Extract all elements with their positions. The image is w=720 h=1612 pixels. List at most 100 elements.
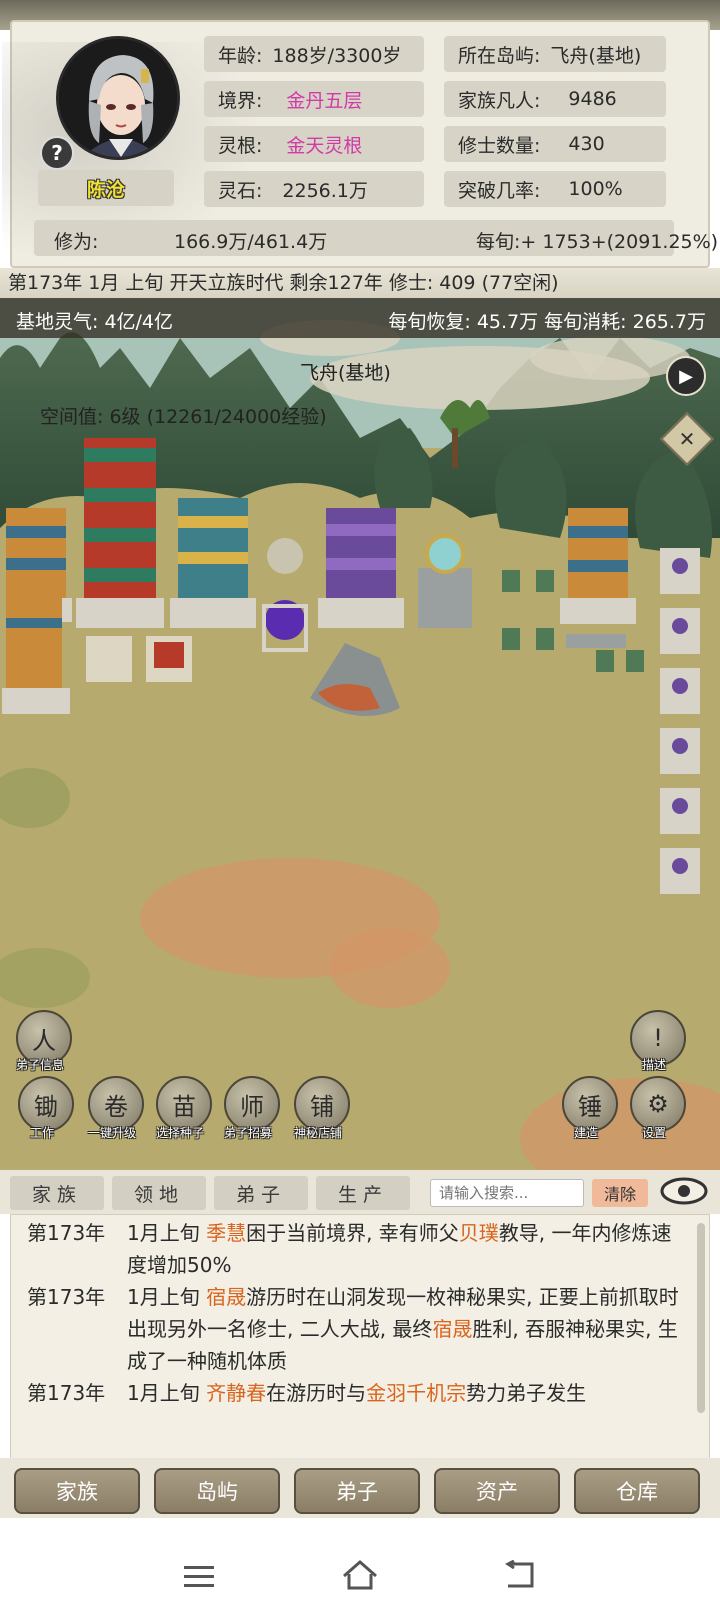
log-entry-text: 1月上旬 宿晟游历时在山洞发现一枚神秘果实, 正要上前抓取时出现另外一名修士, … — [127, 1281, 679, 1377]
age-label: 年龄: — [218, 44, 263, 67]
nav-disciples-button[interactable]: 弟子 — [294, 1468, 420, 1514]
map-title: 飞舟(基地) — [300, 362, 391, 384]
close-icon-glyph: ✕ — [678, 427, 696, 451]
cultivators-value: 430 — [568, 133, 605, 155]
tab-family[interactable]: 家族 — [10, 1176, 104, 1210]
work-label: 工作 — [30, 1126, 55, 1140]
cultivators-label: 修士数量: — [458, 134, 541, 157]
island-value: 飞舟(基地) — [550, 44, 642, 67]
mystery-shop-icon: 铺 — [310, 1092, 334, 1121]
age-stat: 年龄: 188岁/3300岁 — [204, 36, 424, 72]
home-icon[interactable] — [340, 1558, 380, 1592]
map-info-bar: 基地灵气: 4亿/4亿 每旬恢复: 45.7万 每旬消耗: 265.7万 — [0, 298, 720, 338]
bottom-nav: 家族 岛屿 弟子 资产 仓库 — [0, 1458, 720, 1518]
mortals-label: 家族凡人: — [458, 89, 541, 112]
nav-warehouse-button[interactable]: 仓库 — [574, 1468, 700, 1514]
realm-value: 金丹五层 — [286, 89, 363, 112]
menu-icon[interactable] — [182, 1564, 216, 1590]
highlighted-name[interactable]: 齐静春 — [206, 1381, 266, 1405]
describe-label: 描述 — [642, 1058, 667, 1072]
settings-label: 设置 — [642, 1126, 667, 1140]
tab-production[interactable]: 生产 — [316, 1176, 410, 1210]
log-text-fragment: 1月上旬 — [127, 1221, 207, 1245]
work-icon: 锄 — [34, 1092, 58, 1121]
status-line: 第173年 1月 上旬 开天立族时代 剩余127年 修士: 409 (77空闲) — [0, 268, 720, 298]
base-map[interactable]: 基地灵气: 4亿/4亿 每旬恢复: 45.7万 每旬消耗: 265.7万 飞舟(… — [0, 298, 720, 1170]
breakthrough-label: 突破几率: — [458, 179, 541, 202]
cultivation-value: 166.9万/461.4万 — [174, 231, 328, 253]
log-entry-year: 第173年 — [27, 1381, 106, 1405]
log-text-fragment: 1月上旬 — [127, 1285, 207, 1309]
hammer-icon: 锤 — [578, 1092, 602, 1121]
tab-territory[interactable]: 领地 — [112, 1176, 206, 1210]
spirit-stone-stat: 灵石: 2256.1万 — [204, 171, 424, 207]
system-nav-bar — [0, 1518, 720, 1612]
log-entry-text: 1月上旬 齐静春在游历时与金羽千机宗势力弟子发生 — [127, 1377, 679, 1409]
nav-assets-button[interactable]: 资产 — [434, 1468, 560, 1514]
describe-icon: ! — [653, 1024, 663, 1052]
age-value: 188岁/3300岁 — [272, 44, 402, 67]
disciple-info-icon: 人 — [32, 1026, 56, 1055]
nav-island-button[interactable]: 岛屿 — [154, 1468, 280, 1514]
back-icon[interactable] — [502, 1560, 538, 1590]
search-input[interactable] — [430, 1179, 584, 1207]
gear-icon: ⚙ — [647, 1090, 669, 1118]
play-icon[interactable]: ▶ — [666, 356, 706, 396]
choose-seed-label: 选择种子 — [156, 1126, 205, 1140]
highlighted-name[interactable]: 贝璞 — [459, 1221, 499, 1245]
log-text-fragment: 1月上旬 — [127, 1381, 207, 1405]
highlighted-name[interactable]: 宿晟 — [432, 1317, 472, 1341]
mortals-stat: 家族凡人: 9486 — [444, 81, 666, 117]
per-period-value: + 1753+(2091.25%) — [520, 231, 719, 253]
log-scrollbar[interactable] — [697, 1223, 705, 1413]
highlighted-name[interactable]: 季慧 — [206, 1221, 246, 1245]
recovery-label: 每旬恢复: 45.7万 每旬消耗: 265.7万 — [388, 311, 706, 333]
recruit-disciple-icon: 师 — [240, 1092, 264, 1121]
spirit-stone-value: 2256.1万 — [282, 179, 368, 202]
help-icon[interactable]: ? — [40, 136, 74, 170]
tab-disciples[interactable]: 弟子 — [214, 1176, 308, 1210]
character-panel: ? 陈沧 年龄: 188岁/3300岁 境界: 金丹五层 灵根: 金天灵根 灵石… — [2, 20, 718, 268]
character-name: 陈沧 — [86, 178, 125, 201]
recruit-disciple-label: 弟子招募 — [224, 1126, 273, 1140]
spirit-root-stat: 灵根: 金天灵根 — [204, 126, 424, 162]
breakthrough-stat: 突破几率: 100% — [444, 171, 666, 207]
mortals-value: 9486 — [568, 88, 617, 110]
log-text-fragment: 势力弟子发生 — [466, 1381, 587, 1405]
per-period-label: 每旬: — [476, 231, 521, 253]
spirit-root-label: 灵根: — [218, 134, 263, 157]
log-entry-text: 1月上旬 季慧困于当前境界, 幸有师父贝璞教导, 一年内修炼速度增加50% — [127, 1217, 679, 1281]
nav-family-button[interactable]: 家族 — [14, 1468, 140, 1514]
clear-button[interactable]: 清除 — [592, 1179, 648, 1207]
spirit-root-value: 金天灵根 — [286, 134, 363, 157]
space-level: 空间值: 6级 (12261/24000经验) — [40, 406, 327, 428]
event-log[interactable]: 第173年 1月上旬 季慧困于当前境界, 幸有师父贝璞教导, 一年内修炼速度增加5… — [10, 1214, 710, 1460]
highlighted-name[interactable]: 金羽千机宗 — [366, 1381, 466, 1405]
log-text-fragment: 在游历时与 — [266, 1381, 367, 1405]
spirit-stone-label: 灵石: — [218, 179, 263, 202]
character-name-box[interactable]: 陈沧 — [38, 170, 174, 206]
breakthrough-value: 100% — [568, 178, 623, 200]
mystery-shop-label: 神秘店铺 — [294, 1126, 343, 1140]
log-entry-year: 第173年 — [27, 1221, 106, 1245]
avatar[interactable] — [56, 36, 180, 160]
cultivation-bar: 修为: 166.9万/461.4万 每旬:+ 1753+(2091.25%) — [34, 220, 718, 256]
realm-label: 境界: — [218, 89, 263, 112]
one-click-upgrade-label: 一键升级 — [88, 1126, 137, 1140]
island-label: 所在岛屿: — [458, 44, 541, 67]
cultivation-label: 修为: — [54, 231, 99, 253]
log-text-fragment: 困于当前境界, 幸有师父 — [246, 1221, 459, 1245]
per-period-text: 每旬:+ 1753+(2091.25%) — [476, 227, 718, 254]
eye-icon[interactable] — [660, 1176, 708, 1206]
build-label: 建造 — [574, 1126, 599, 1140]
choose-seed-icon: 苗 — [172, 1092, 196, 1121]
highlighted-name[interactable]: 宿晟 — [206, 1285, 246, 1309]
log-entry-year: 第173年 — [27, 1285, 106, 1309]
log-tab-bar: 家族 领地 弟子 生产 清除 — [0, 1170, 720, 1214]
realm-stat: 境界: 金丹五层 — [204, 81, 424, 117]
island-stat: 所在岛屿: 飞舟(基地) — [444, 36, 666, 72]
one-click-upgrade-icon: 卷 — [104, 1092, 128, 1121]
disciple-info-label: 弟子信息 — [16, 1058, 65, 1072]
spirit-energy-label: 基地灵气: 4亿/4亿 — [16, 311, 174, 333]
cultivators-stat: 修士数量: 430 — [444, 126, 666, 162]
